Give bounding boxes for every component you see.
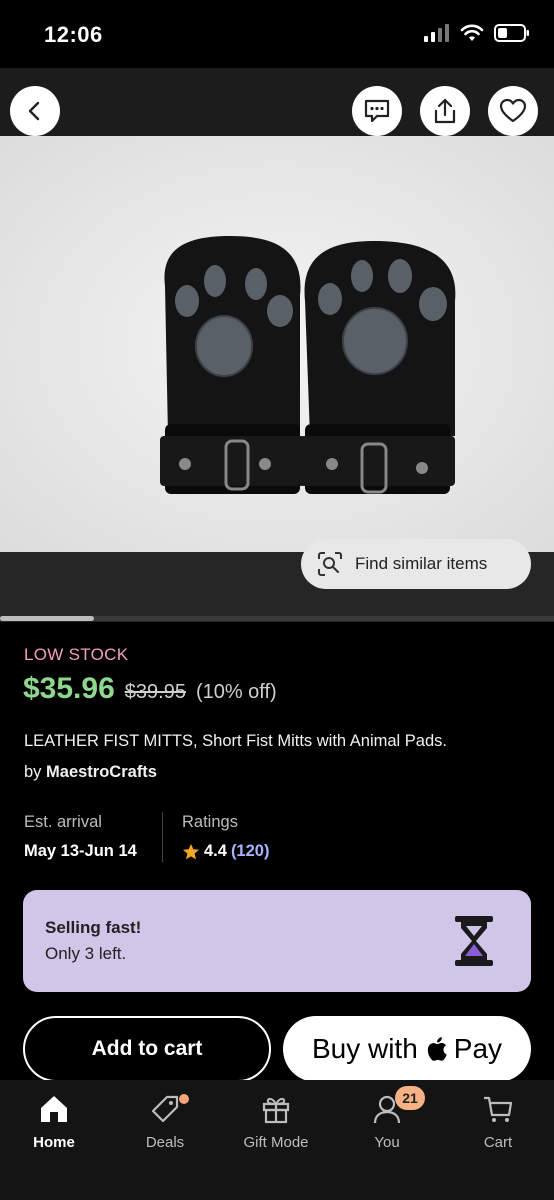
rating-count[interactable]: (120) (231, 842, 270, 861)
nav-you[interactable]: 21 You (337, 1086, 437, 1151)
pay-label: Pay (453, 1033, 503, 1064)
hourglass-icon (455, 916, 493, 966)
add-to-cart-button[interactable]: Add to cart (23, 1016, 271, 1082)
message-seller-button[interactable] (352, 86, 402, 136)
info-divider (162, 812, 163, 862)
signal-icon (424, 24, 449, 42)
visual-search-icon (318, 552, 342, 576)
favorite-button[interactable] (488, 86, 538, 136)
leather-mitts-photo (0, 136, 554, 552)
find-similar-label: Find similar items (355, 554, 488, 573)
price-row: $35.96 $39.95 (10% off) (23, 672, 277, 706)
arrival-value: May 13-Jun 14 (24, 842, 137, 860)
you-notification-badge: 21 (395, 1086, 425, 1110)
nav-you-label: You (374, 1134, 400, 1151)
buy-with-apple-pay-button[interactable]: Buy with Pay (283, 1016, 531, 1082)
by-prefix: by (24, 763, 42, 781)
home-icon (41, 1096, 67, 1122)
nav-home-label: Home (33, 1134, 75, 1151)
product-image[interactable] (0, 136, 554, 552)
find-similar-button[interactable]: Find similar items (301, 539, 531, 589)
selling-fast-title: Selling fast! (45, 918, 142, 937)
nav-home[interactable]: Home (4, 1092, 104, 1151)
message-icon (364, 99, 390, 123)
shop-byline: by MaestroCrafts (24, 763, 157, 782)
wifi-icon (460, 24, 484, 41)
nav-gift-mode-label: Gift Mode (243, 1134, 309, 1151)
nav-deals[interactable]: Deals (115, 1092, 215, 1151)
discount-label: (10% off) (195, 681, 277, 703)
ratings-info[interactable]: Ratings 4.4 (120) (182, 813, 269, 861)
buy-with-label: Buy with (311, 1033, 418, 1064)
heart-icon (499, 98, 527, 123)
product-header (0, 68, 554, 136)
selling-fast-subtitle: Only 3 left. (45, 944, 127, 963)
nav-cart-label: Cart (483, 1134, 513, 1151)
share-icon (434, 98, 456, 124)
cart-icon (484, 1096, 513, 1122)
nav-gift-mode[interactable]: Gift Mode (226, 1092, 326, 1151)
selling-fast-card: Selling fast! Only 3 left. (23, 890, 531, 992)
status-icons (424, 24, 530, 42)
original-price: $39.95 (124, 681, 186, 703)
gallery-progress-fill (0, 616, 95, 621)
tag-icon (151, 1095, 179, 1123)
sale-price: $35.96 (23, 672, 115, 705)
star-icon (182, 843, 200, 859)
nav-deals-label: Deals (145, 1134, 185, 1151)
bottom-navigation: Home Deals Gift Mode 21 You Cart (0, 1080, 554, 1200)
status-bar: 12:06 (0, 0, 554, 68)
ratings-label: Ratings (182, 813, 238, 831)
back-button[interactable] (10, 86, 60, 136)
apple-logo-icon (427, 1037, 447, 1061)
rating-row: 4.4 (120) (182, 842, 269, 861)
deals-notification-dot (179, 1094, 189, 1104)
shop-name-link[interactable]: MaestroCrafts (46, 763, 157, 781)
status-time: 12:06 (44, 22, 103, 47)
rating-value: 4.4 (204, 842, 227, 860)
arrival-info: Est. arrival May 13-Jun 14 (24, 813, 137, 861)
chevron-left-icon (28, 101, 40, 121)
arrival-label: Est. arrival (24, 813, 102, 831)
gift-icon (262, 1097, 290, 1124)
nav-cart[interactable]: Cart (448, 1092, 548, 1151)
share-button[interactable] (420, 86, 470, 136)
battery-icon (494, 24, 529, 42)
low-stock-label: LOW STOCK (24, 645, 129, 664)
product-title: LEATHER FIST MITTS, Short Fist Mitts wit… (24, 732, 447, 750)
